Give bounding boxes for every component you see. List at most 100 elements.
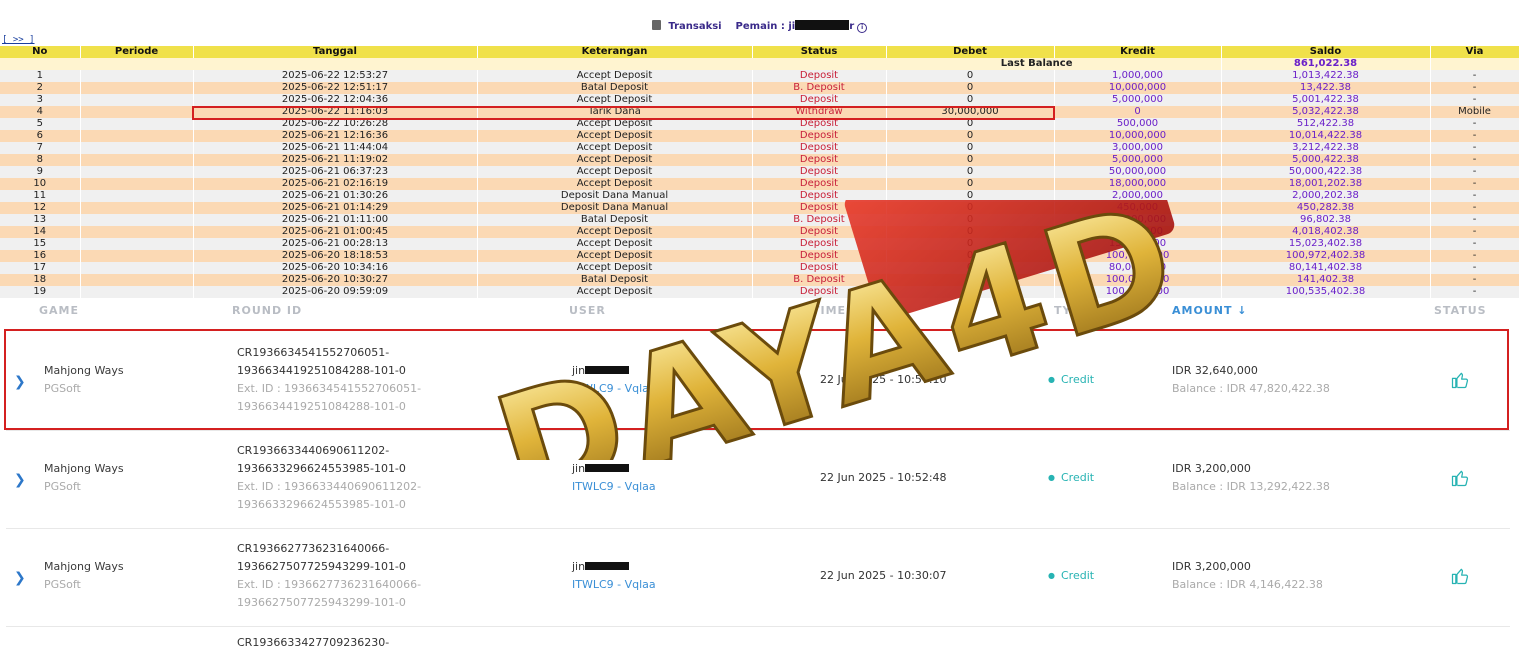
col-header-saldo: Saldo	[1221, 46, 1431, 58]
transaction-row: 17 2025-06-20 10:34:16 Accept Deposit Depos…	[0, 262, 1519, 274]
round-id-line-1: CR1936634541552706051-	[237, 346, 390, 359]
cell-kredit: 5,000,000	[1054, 94, 1222, 106]
user-agent-link[interactable]: ITWLC9 - Vqlaa	[572, 578, 656, 591]
transaction-row: 15 2025-06-21 00:28:13 Accept Deposit Depos…	[0, 238, 1519, 250]
cell-via: -	[1430, 130, 1519, 142]
game-name: Mahjong Ways	[44, 462, 124, 475]
col-timestamp[interactable]: TIMESTAMP	[812, 304, 893, 317]
cell-kredit: 15,000,000	[1054, 238, 1222, 250]
cell-saldo: 141,402.38	[1221, 274, 1431, 286]
round-balance: Balance : IDR 4,146,422.38	[1172, 578, 1323, 591]
col-header-no: No	[0, 46, 81, 58]
cell-ket: Accept Deposit	[477, 154, 753, 166]
info-icon[interactable]: i	[857, 23, 868, 33]
col-round-id[interactable]: ROUND ID	[232, 304, 302, 317]
user-name: jin	[572, 560, 630, 573]
cell-ket: Batal Deposit	[477, 274, 753, 286]
cell-status: Deposit	[752, 226, 887, 238]
cell-ket: Deposit Dana Manual	[477, 202, 753, 214]
cell-kredit: 500,000	[1054, 118, 1222, 130]
transaction-row: 3 2025-06-22 12:04:36 Accept Deposit Deposi…	[0, 94, 1519, 106]
cell-ket: Accept Deposit	[477, 262, 753, 274]
round-amount: IDR 3,200,000	[1172, 462, 1251, 475]
cell-debet: 0	[886, 238, 1055, 250]
transaction-row: 13 2025-06-21 01:11:00 Batal Deposit B. Dep…	[0, 214, 1519, 226]
round-timestamp: 22 Jun 2025 - 10:30:07	[820, 569, 947, 582]
cell-periode	[80, 82, 194, 94]
expand-chevron-icon[interactable]: ❯	[14, 472, 26, 488]
transaction-row: 9 2025-06-21 06:37:23 Accept Deposit Deposi…	[0, 166, 1519, 178]
round-balance: Balance : IDR 13,292,422.38	[1172, 480, 1330, 493]
cell-via: -	[1430, 178, 1519, 190]
round-id: CR1936634541552706051- 193663441925108428…	[237, 344, 421, 416]
user-name-text: jin	[572, 560, 586, 573]
col-status[interactable]: STATUS	[1434, 304, 1487, 317]
transaction-table: No Periode Tanggal Keterangan Status Debet Kre…	[0, 46, 1519, 298]
expand-chevron-icon[interactable]: ❯	[14, 570, 26, 586]
cell-status: Deposit	[752, 250, 887, 262]
cell-kredit: 20,000,000	[1054, 214, 1222, 226]
cell-saldo: 5,001,422.38	[1221, 94, 1431, 106]
cell-saldo: 3,212,422.38	[1221, 142, 1431, 154]
cell-kredit: 450,000	[1054, 202, 1222, 214]
transaction-row: 11 2025-06-21 01:30:26 Deposit Dana Manual…	[0, 190, 1519, 202]
partial-round-id: CR1936633427709236230-	[237, 636, 390, 649]
col-amount-label: AMOUNT	[1172, 304, 1233, 317]
cell-debet: 0	[886, 214, 1055, 226]
cell-ket: Accept Deposit	[477, 130, 753, 142]
expand-chevron-icon[interactable]: ❯	[14, 374, 26, 390]
game-round-row[interactable]: ❯ Mahjong Ways PGSoft CR1936633440690611202…	[6, 432, 1510, 529]
cell-kredit: 100,000,000	[1054, 274, 1222, 286]
pemain-suffix: r	[849, 21, 855, 32]
last-balance-row: Last Balance 861,022.38	[0, 58, 1519, 70]
cell-periode	[80, 262, 194, 274]
col-amount[interactable]: AMOUNT ↓	[1172, 304, 1248, 317]
ext-id-line-1: Ext. ID : 1936634541552706051-	[237, 382, 422, 395]
round-balance: Balance : IDR 47,820,422.38	[1172, 382, 1330, 395]
cell-periode	[80, 250, 194, 262]
cell-debet: 0	[886, 202, 1055, 214]
cell-via: -	[1430, 70, 1519, 82]
game-history-header: GAME ROUND ID USER TIMESTAMP TYPE AMOUNT…	[0, 300, 1519, 320]
last-balance-value: 861,022.38	[1221, 58, 1431, 70]
cell-saldo: 450,282.38	[1221, 202, 1431, 214]
cell-status: Deposit	[752, 286, 887, 298]
cell-tanggal: 2025-06-21 11:44:04	[193, 142, 478, 154]
cell-periode	[80, 154, 194, 166]
cell-ket: Batal Deposit	[477, 214, 753, 226]
cell-ket: Accept Deposit	[477, 250, 753, 262]
cell-no: 1	[0, 70, 81, 82]
next-page-link[interactable]: [ >> ]	[2, 35, 35, 45]
cell-status: Deposit	[752, 166, 887, 178]
col-game[interactable]: GAME	[39, 304, 79, 317]
game-provider: PGSoft	[44, 578, 81, 591]
cell-status: B. Deposit	[752, 214, 887, 226]
thumbs-up-icon[interactable]	[1450, 468, 1470, 488]
game-round-row[interactable]: ❯ Mahjong Ways PGSoft CR1936634541552706051…	[6, 334, 1510, 431]
cell-status: Deposit	[752, 238, 887, 250]
cell-status: Deposit	[752, 130, 887, 142]
user-name-text: jin	[572, 364, 586, 377]
user-agent-link[interactable]: ITWLC9 - Vqlaa	[572, 382, 656, 395]
cell-tanggal: 2025-06-22 12:53:27	[193, 70, 478, 82]
cell-ket: Accept Deposit	[477, 286, 753, 298]
game-round-row[interactable]: ❯ Mahjong Ways PGSoft CR1936627736231640066…	[6, 530, 1510, 627]
cell-status: Deposit	[752, 178, 887, 190]
cell-kredit: 100,000,000	[1054, 286, 1222, 298]
round-id-line-1: CR1936627736231640066-	[237, 542, 390, 555]
cell-periode	[80, 202, 194, 214]
user-agent-link[interactable]: ITWLC9 - Vqlaa	[572, 480, 656, 493]
cell-tanggal: 2025-06-21 12:16:36	[193, 130, 478, 142]
cell-via: -	[1430, 250, 1519, 262]
col-type[interactable]: TYPE	[1054, 304, 1089, 317]
cell-saldo: 18,001,202.38	[1221, 178, 1431, 190]
ext-id-line-2: 1936633296624553985-101-0	[237, 498, 406, 511]
cell-ket: Accept Deposit	[477, 238, 753, 250]
redacted-user	[585, 464, 630, 472]
thumbs-up-icon[interactable]	[1450, 566, 1470, 586]
col-user[interactable]: USER	[569, 304, 606, 317]
cell-via: -	[1430, 154, 1519, 166]
cell-saldo: 96,802.38	[1221, 214, 1431, 226]
cell-tanggal: 2025-06-20 10:30:27	[193, 274, 478, 286]
thumbs-up-icon[interactable]	[1450, 370, 1470, 390]
